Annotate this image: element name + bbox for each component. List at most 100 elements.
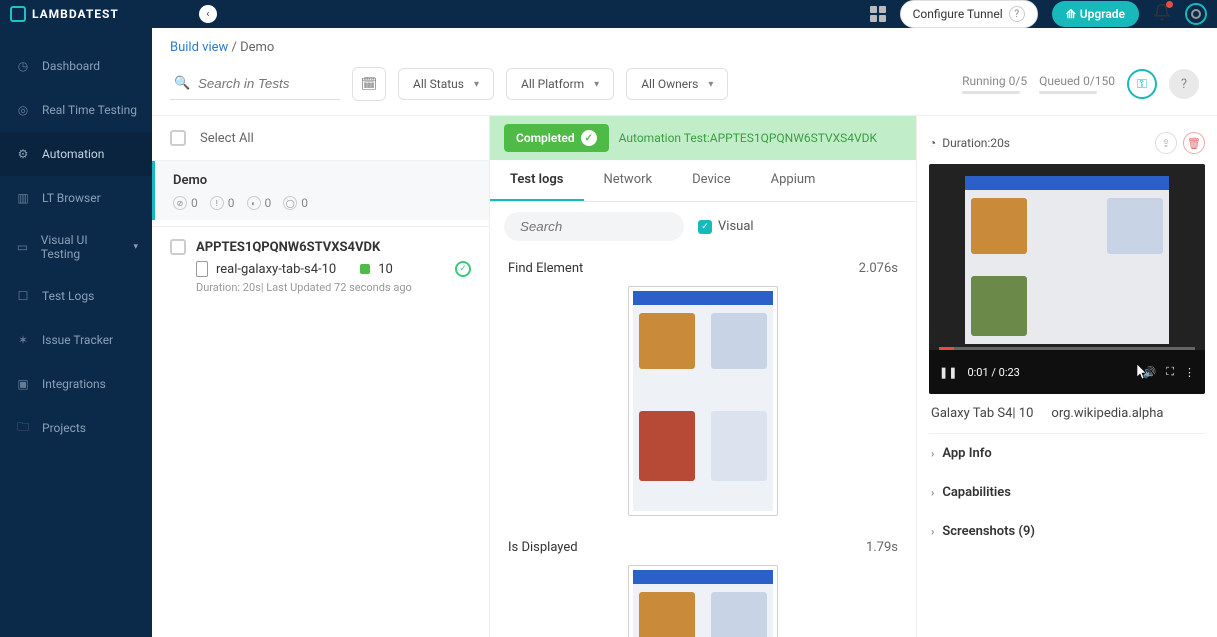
user-avatar-button[interactable] bbox=[1185, 3, 1207, 25]
chevron-right-icon: › bbox=[931, 486, 934, 499]
video-player[interactable]: ❚❚ 0:01 / 0:23 🔊 ⛶ ⋮ bbox=[929, 164, 1205, 394]
delete-button[interactable]: 🗑 bbox=[1183, 132, 1205, 154]
status-dot-icon: ◯ bbox=[283, 196, 297, 210]
running-stat: Running 0/5 bbox=[962, 74, 1027, 94]
tab-appium[interactable]: Appium bbox=[751, 160, 836, 201]
search-icon: 🔍 bbox=[174, 76, 190, 91]
tab-network[interactable]: Network bbox=[584, 160, 673, 201]
sidebar-item-projects[interactable]: 🗀Projects bbox=[0, 406, 152, 450]
select-all-checkbox[interactable] bbox=[170, 130, 186, 146]
logs-icon: ☐ bbox=[14, 287, 32, 305]
gauge-icon: ◷ bbox=[14, 57, 32, 75]
step-time: 1.79s bbox=[866, 540, 898, 555]
sidebar-item-integrations[interactable]: ▣Integrations bbox=[0, 362, 152, 406]
chevron-down-icon: ▾ bbox=[708, 79, 713, 90]
sidebar-item-ltbrowser[interactable]: ▥LT Browser bbox=[0, 176, 152, 220]
log-step[interactable]: Find Element 2.076s bbox=[490, 251, 916, 530]
select-all-label: Select All bbox=[200, 131, 254, 146]
apps-grid-icon[interactable] bbox=[870, 6, 886, 22]
help-button[interactable]: ? bbox=[1169, 69, 1199, 99]
build-group-name: Demo bbox=[155, 161, 489, 196]
question-icon: ? bbox=[1181, 77, 1187, 92]
sidebar-item-automation[interactable]: ⚙Automation bbox=[0, 132, 152, 176]
app-package: org.wikipedia.alpha bbox=[1051, 406, 1163, 421]
integrations-icon: ▣ bbox=[14, 375, 32, 393]
test-device: real-galaxy-tab-s4-10 bbox=[216, 262, 336, 277]
duration-text: Duration:20s bbox=[942, 136, 1010, 150]
chevron-down-icon: ▾ bbox=[133, 242, 138, 252]
breadcrumb-current: Demo bbox=[240, 40, 274, 55]
test-meta: Duration: 20s| Last Updated 72 seconds a… bbox=[170, 281, 471, 294]
notifications-button[interactable] bbox=[1153, 3, 1171, 25]
visual-toggle[interactable]: ✓ Visual bbox=[698, 219, 754, 234]
breadcrumb: Build view / Demo bbox=[152, 28, 1217, 63]
test-os-count: 10 bbox=[378, 262, 393, 277]
device-icon bbox=[196, 261, 208, 277]
log-search-input[interactable] bbox=[504, 212, 684, 241]
share-button[interactable]: ⇪ bbox=[1155, 132, 1177, 154]
clock-icon: ◔ bbox=[929, 136, 936, 150]
step-screenshot[interactable] bbox=[628, 565, 778, 637]
step-name: Find Element bbox=[508, 261, 583, 276]
status-banner: Completed ✓ Automation Test:APPTES1QPQNW… bbox=[490, 116, 916, 160]
automation-icon: ⚙ bbox=[14, 145, 32, 163]
sidebar-item-issuetracker[interactable]: ✶Issue Tracker bbox=[0, 318, 152, 362]
help-question-icon: ? bbox=[1009, 6, 1025, 22]
chevron-down-icon: ▾ bbox=[594, 79, 599, 90]
sidebar-item-realtime[interactable]: ◎Real Time Testing bbox=[0, 88, 152, 132]
pause-button[interactable]: ❚❚ bbox=[939, 366, 957, 379]
android-icon bbox=[360, 264, 370, 274]
step-time: 2.076s bbox=[859, 261, 898, 276]
calendar-button[interactable]: 🗓 bbox=[352, 67, 386, 101]
key-icon: ⚿ bbox=[1137, 77, 1147, 92]
accordion-screenshots[interactable]: ›Screenshots (9) bbox=[929, 512, 1205, 551]
rocket-icon: ⟰ bbox=[1066, 7, 1076, 21]
access-key-button[interactable]: ⚿ bbox=[1127, 69, 1157, 99]
fullscreen-button[interactable]: ⛶ bbox=[1166, 365, 1174, 379]
breadcrumb-link[interactable]: Build view bbox=[170, 40, 228, 55]
sidebar-item-dashboard[interactable]: ◷Dashboard bbox=[0, 44, 152, 88]
status-dot-icon: ◐ bbox=[247, 196, 261, 210]
more-options-button[interactable]: ⋮ bbox=[1184, 366, 1195, 379]
folder-icon: 🗀 bbox=[14, 419, 32, 437]
build-group[interactable]: Demo ⊘0 !0 ◐0 ◯0 bbox=[152, 161, 489, 220]
owners-filter[interactable]: All Owners▾ bbox=[626, 68, 728, 100]
upgrade-label: Upgrade bbox=[1080, 7, 1125, 21]
accordion-capabilities[interactable]: ›Capabilities bbox=[929, 473, 1205, 512]
step-screenshot[interactable] bbox=[628, 286, 778, 516]
accordion-appinfo[interactable]: ›App Info bbox=[929, 434, 1205, 473]
chevron-right-icon: › bbox=[931, 447, 934, 460]
test-card[interactable]: APPTES1QPQNW6STVXS4VDK real-galaxy-tab-s… bbox=[152, 226, 489, 306]
banner-text: Automation Test:APPTES1QPQNW6STVXS4VDK bbox=[619, 131, 877, 145]
search-input[interactable] bbox=[170, 68, 340, 100]
test-checkbox[interactable] bbox=[170, 239, 186, 255]
checkbox-checked-icon: ✓ bbox=[698, 220, 712, 234]
status-dot-icon: ! bbox=[210, 196, 224, 210]
test-id: APPTES1QPQNW6STVXS4VDK bbox=[196, 240, 380, 255]
logo-mark-icon bbox=[10, 6, 26, 22]
sidebar-item-testlogs[interactable]: ☐Test Logs bbox=[0, 274, 152, 318]
sidebar-collapse-button[interactable]: ‹ bbox=[199, 5, 217, 23]
status-filter[interactable]: All Status▾ bbox=[398, 68, 494, 100]
brand-logo: LAMBDATEST bbox=[10, 6, 119, 22]
chevron-right-icon: › bbox=[931, 525, 934, 538]
tab-testlogs[interactable]: Test logs bbox=[490, 160, 584, 201]
upgrade-button[interactable]: ⟰ Upgrade bbox=[1052, 1, 1139, 27]
video-time: 0:01 / 0:23 bbox=[967, 366, 1019, 379]
platform-filter[interactable]: All Platform▾ bbox=[506, 68, 614, 100]
step-name: Is Displayed bbox=[508, 540, 578, 555]
status-passed-icon: ✓ bbox=[455, 261, 471, 277]
log-step[interactable]: Is Displayed 1.79s bbox=[490, 530, 916, 637]
queued-stat: Queued 0/150 bbox=[1039, 74, 1115, 94]
notification-dot-icon bbox=[1166, 1, 1173, 8]
sidebar-item-visualui[interactable]: ▭Visual UI Testing▾ bbox=[0, 220, 152, 274]
browser-icon: ▥ bbox=[14, 189, 32, 207]
calendar-icon: 🗓 bbox=[361, 77, 378, 92]
sidebar: ◷Dashboard ◎Real Time Testing ⚙Automatio… bbox=[0, 28, 152, 637]
brand-text: LAMBDATEST bbox=[32, 7, 119, 21]
eye-icon: ▭ bbox=[14, 238, 31, 256]
chevron-down-icon: ▾ bbox=[474, 79, 479, 90]
tab-device[interactable]: Device bbox=[672, 160, 751, 201]
build-group-counts: ⊘0 !0 ◐0 ◯0 bbox=[155, 196, 489, 220]
configure-tunnel-button[interactable]: Configure Tunnel ? bbox=[900, 0, 1038, 28]
